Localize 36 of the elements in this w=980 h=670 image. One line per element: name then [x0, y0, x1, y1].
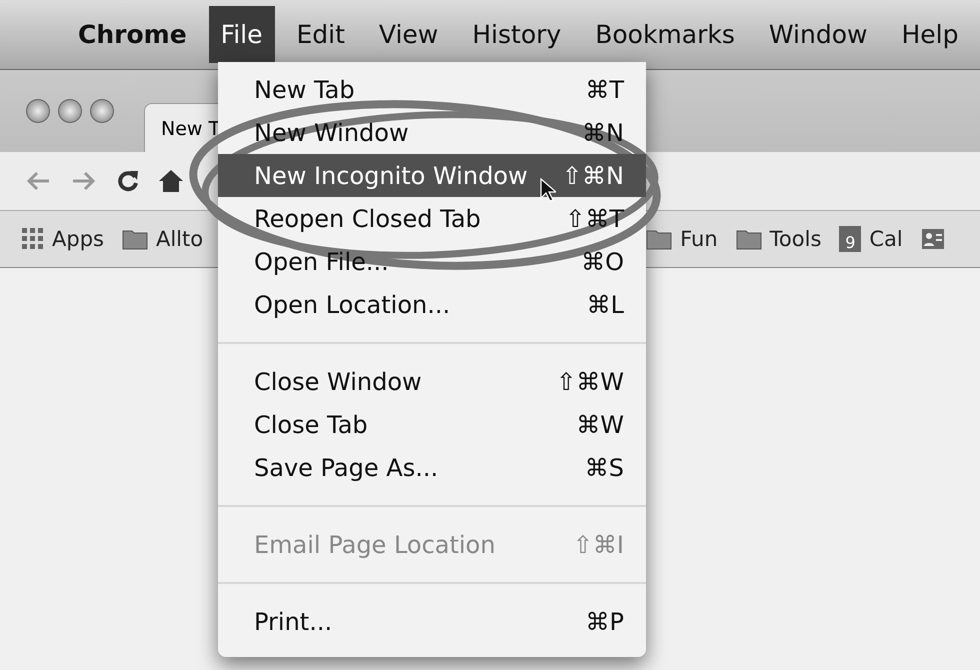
menu-bar-item[interactable]: View [366, 6, 450, 63]
menu-bar-item[interactable]: Chrome [66, 6, 199, 63]
bookmark-link[interactable]: Apps [52, 227, 104, 251]
menu-item[interactable]: New Tab ⌘T [218, 68, 646, 111]
menu-bar-item[interactable]: Window [756, 6, 880, 63]
reload-icon[interactable] [116, 169, 140, 193]
menu-bar-item[interactable]: Help [889, 6, 970, 63]
calendar-icon: 9 [839, 226, 862, 252]
folder-icon [646, 228, 672, 250]
menu-item[interactable]: New Incognito Window ⇧⌘N [218, 154, 646, 197]
bookmark-link[interactable]: Fun [680, 227, 718, 251]
menu-item[interactable]: Open File... ⌘O [218, 240, 646, 283]
bookmark-link[interactable]: Allto [156, 227, 204, 251]
menu-bar-item[interactable]: Bookmarks [583, 6, 747, 63]
menu-item[interactable]: Reopen Closed Tab ⇧⌘T [218, 197, 646, 240]
minimize-window-button[interactable] [58, 99, 82, 123]
bookmark-link[interactable]: Tools [770, 227, 822, 251]
menu-item[interactable]: Print... ⌘P [218, 600, 646, 643]
menu-bar-item[interactable]: Edit [284, 6, 357, 63]
contact-card-icon [920, 227, 945, 251]
zoom-window-button[interactable] [90, 99, 114, 123]
apps-grid-icon [22, 228, 44, 250]
menu-item[interactable]: Close Window ⇧⌘W [218, 360, 646, 403]
folder-icon [122, 228, 148, 250]
folder-icon [736, 228, 762, 250]
back-arrow-icon[interactable] [24, 169, 52, 193]
menu-bar-item[interactable]: File [208, 6, 274, 63]
menu-item[interactable]: Close Tab ⌘W [218, 403, 646, 446]
forward-arrow-icon[interactable] [70, 169, 98, 193]
home-icon[interactable] [158, 169, 184, 193]
menu-bar-item[interactable]: History [460, 6, 574, 63]
bookmark-link[interactable]: Cal [869, 227, 903, 251]
close-window-button[interactable] [26, 99, 50, 123]
menu-item[interactable]: Save Page As... ⌘S [218, 446, 646, 489]
mouse-pointer-icon [540, 178, 556, 202]
menu-item[interactable]: Open Location... ⌘L [218, 283, 646, 326]
